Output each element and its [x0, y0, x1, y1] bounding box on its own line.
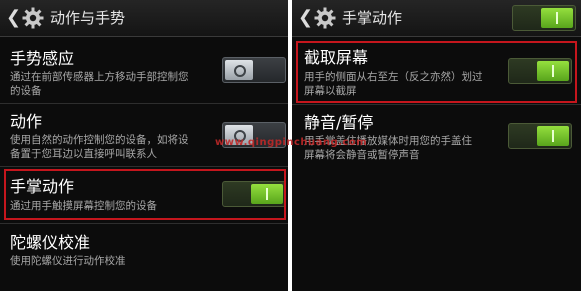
- header-bar: ❮ 手掌动作: [292, 0, 581, 37]
- back-arrow-icon[interactable]: ❮: [298, 7, 313, 29]
- highlight-box: [296, 41, 577, 103]
- toggle-switch[interactable]: [508, 123, 572, 149]
- gear-icon: [314, 7, 336, 29]
- setting-item-mute-pause[interactable]: 静音/暂停 用手掌盖住播放媒体时用您的手盖住 屏幕将会静音或暂停声音: [292, 105, 581, 167]
- toggle-switch[interactable]: [222, 57, 286, 83]
- setting-desc-line: 的设备: [10, 85, 42, 97]
- toggle-knob: [225, 60, 253, 80]
- setting-desc-line: 通过在前部传感器上方移动手部控制您: [10, 71, 189, 83]
- setting-title: 静音/暂停: [304, 113, 374, 132]
- back-arrow-icon[interactable]: ❮: [6, 7, 21, 29]
- setting-title: 手势感应: [10, 49, 75, 68]
- toggle-knob: [541, 8, 573, 28]
- setting-item-gyro-calibration[interactable]: 陀螺仪校准 使用陀螺仪进行动作校准: [0, 224, 288, 284]
- page-title: 动作与手势: [50, 9, 126, 27]
- toggle-knob: [537, 126, 569, 146]
- header-bar: ❮ 动作与手势: [0, 0, 288, 37]
- setting-item-motion[interactable]: 动作 使用自然的动作控制您的设备，如将设 备置于您耳边以直接呼叫联系人: [0, 104, 288, 166]
- setting-desc-line: 使用自然的动作控制您的设备，如将设: [10, 134, 189, 146]
- setting-item-gesture[interactable]: 手势感应 通过在前部传感器上方移动手部控制您 的设备: [0, 37, 288, 102]
- setting-desc-line: 屏幕将会静音或暂停声音: [304, 149, 420, 161]
- highlight-box: [4, 169, 286, 220]
- setting-desc-line: 使用陀螺仪进行动作校准: [10, 255, 126, 267]
- setting-title: 陀螺仪校准: [10, 233, 91, 252]
- setting-desc-line: 备置于您耳边以直接呼叫联系人: [10, 148, 157, 160]
- master-toggle-switch[interactable]: [512, 5, 576, 31]
- watermark: www.qingpinchuang.com: [215, 137, 368, 148]
- setting-title: 动作: [10, 112, 43, 131]
- page-title: 手掌动作: [342, 9, 403, 27]
- gear-icon: [22, 7, 44, 29]
